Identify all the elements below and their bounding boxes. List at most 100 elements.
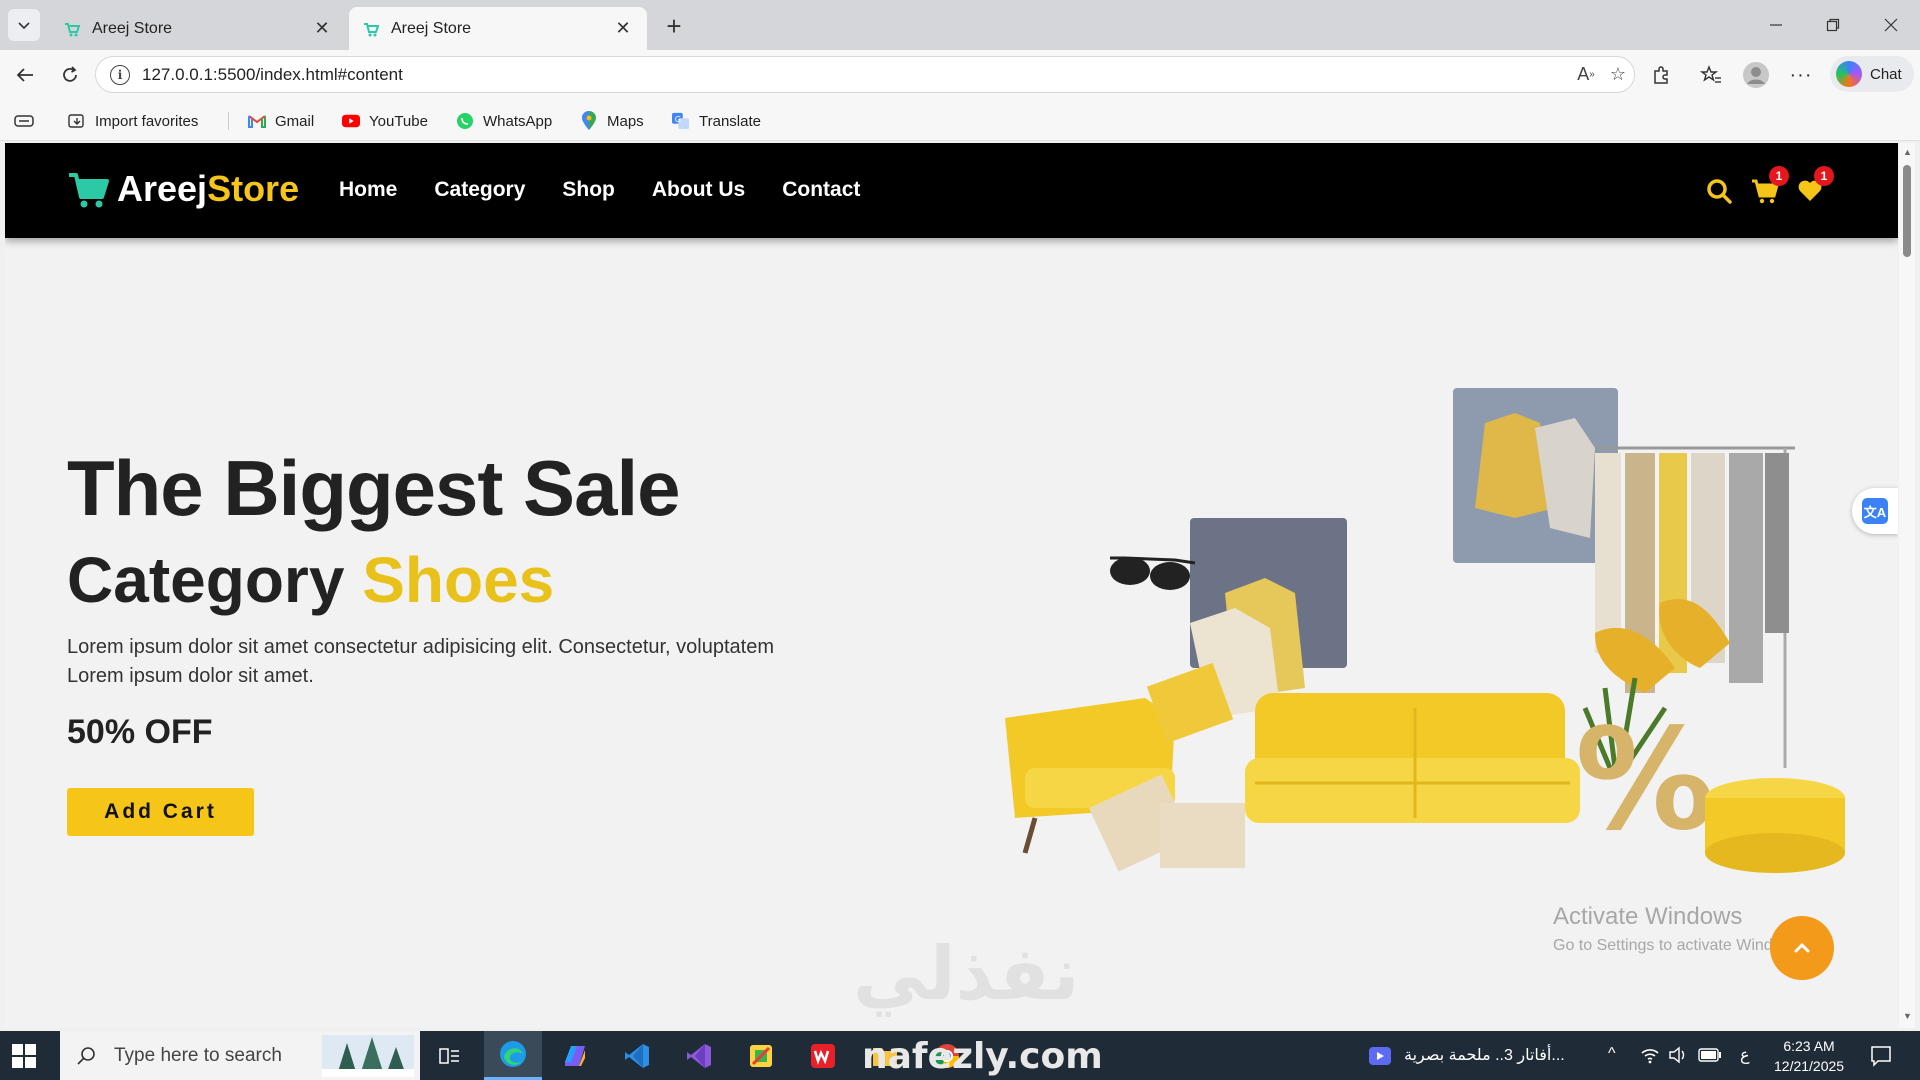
media-title[interactable]: أفاتار 3.. ملحمة بصرية...	[1404, 1045, 1565, 1065]
notifications-icon[interactable]	[1870, 1045, 1892, 1067]
scroll-up-arrow-icon[interactable]: ▲	[1903, 147, 1912, 157]
chevron-down-icon	[18, 22, 30, 30]
taskbar-vscode[interactable]	[608, 1031, 666, 1080]
hero-subtitle-prefix: Category	[67, 544, 345, 616]
shopping-cart-logo-icon	[69, 173, 109, 208]
restore-button[interactable]	[1820, 12, 1846, 38]
page-scrollbar[interactable]: ▲ ▼	[1899, 143, 1915, 1028]
wishlist-count-badge: 1	[1814, 166, 1834, 186]
taskbar-visual-studio[interactable]	[670, 1031, 728, 1080]
tab-title: Areej Store	[391, 19, 472, 37]
clock-time: 6:23 AM	[1783, 1038, 1835, 1054]
tab-actions-button[interactable]	[8, 9, 40, 41]
address-url[interactable]: 127.0.0.1:5500/index.html#content	[142, 65, 1570, 85]
taskbar-copilot[interactable]	[546, 1031, 604, 1080]
cart-favicon-icon	[64, 21, 80, 37]
taskbar-edge[interactable]	[484, 1031, 542, 1080]
address-bar[interactable]: i 127.0.0.1:5500/index.html#content A» ☆	[95, 56, 1635, 93]
collections-icon	[14, 115, 34, 127]
discount-label: 50% OFF	[67, 713, 213, 751]
battery-icon[interactable]	[1698, 1048, 1722, 1062]
wps-icon	[811, 1043, 835, 1068]
vscode-icon	[625, 1043, 649, 1068]
volume-icon[interactable]	[1668, 1046, 1688, 1064]
main-nav: Home Category Shop About Us Contact	[339, 178, 897, 202]
close-icon[interactable]: ✕	[312, 18, 332, 39]
reload-button[interactable]	[54, 59, 86, 91]
site-info-icon[interactable]: i	[110, 64, 130, 85]
add-cart-button[interactable]: Add Cart	[67, 788, 254, 836]
scroll-to-top-button[interactable]	[1770, 916, 1834, 980]
nav-home[interactable]: Home	[339, 178, 397, 202]
task-view-button[interactable]	[421, 1031, 479, 1080]
bookmark-whatsapp[interactable]: WhatsApp	[456, 110, 552, 132]
favorite-star-icon[interactable]: ☆	[1602, 59, 1634, 91]
winter-trees-search-highlight-icon	[322, 1035, 414, 1077]
tray-overflow-chevron-icon[interactable]: ^	[1608, 1045, 1616, 1063]
input-language-indicator[interactable]: ع	[1740, 1045, 1750, 1065]
taskbar-wps-office[interactable]	[794, 1031, 852, 1080]
bookmarks-bar: Import favorites Gmail YouTube WhatsApp …	[0, 100, 1920, 141]
minimize-button[interactable]	[1763, 12, 1789, 38]
bookmark-label: Translate	[699, 112, 761, 130]
bookmark-gmail[interactable]: Gmail	[248, 110, 314, 132]
page-translate-button[interactable]: 文A	[1852, 488, 1898, 534]
reload-icon	[63, 66, 77, 82]
bookmark-divider	[228, 112, 229, 130]
watermark-arabic: نفذلي	[853, 931, 1080, 1017]
close-window-button[interactable]	[1878, 12, 1904, 38]
activate-windows-title: Activate Windows	[1553, 903, 1743, 930]
close-icon	[1884, 18, 1898, 32]
taskbar-paint-app[interactable]	[732, 1031, 790, 1080]
whatsapp-icon	[456, 112, 474, 130]
windows-start-icon[interactable]	[12, 1044, 36, 1068]
new-tab-button[interactable]: +	[660, 11, 688, 41]
activate-windows-overlay: Activate Windows Go to Settings to activ…	[1553, 903, 1806, 955]
search-icon	[1707, 179, 1732, 204]
tab-title: Areej Store	[92, 19, 173, 37]
more-menu-button[interactable]: ···	[1785, 59, 1817, 91]
video-player-icon	[1369, 1046, 1391, 1065]
edge-icon	[500, 1041, 526, 1067]
visual-studio-icon	[687, 1043, 711, 1068]
site-logo[interactable]: Areej Store	[67, 168, 299, 210]
bookmark-youtube[interactable]: YouTube	[342, 110, 428, 132]
bookmark-label: Gmail	[275, 112, 315, 130]
bookmark-translate[interactable]: G Translate	[672, 110, 761, 132]
bookmark-import-favorites[interactable]: Import favorites	[68, 110, 198, 132]
nav-category[interactable]: Category	[434, 178, 525, 202]
svg-text:%: %	[1575, 699, 1715, 862]
close-icon[interactable]: ✕	[613, 18, 633, 39]
clock-date: 12/21/2025	[1774, 1058, 1845, 1074]
system-clock[interactable]: 6:23 AM 12/21/2025	[1774, 1036, 1844, 1076]
bookmark-maps[interactable]: Maps	[580, 110, 644, 132]
nafezly-watermark: nafezly.com	[862, 1036, 1103, 1077]
scrollbar-thumb[interactable]	[1903, 165, 1911, 257]
wishlist-button[interactable]: 1	[1794, 166, 1834, 207]
collections-button[interactable]	[14, 110, 34, 132]
favorites-button[interactable]	[1695, 59, 1727, 91]
activate-windows-subtitle: Go to Settings to activate Windows.	[1553, 937, 1806, 954]
chevron-up-icon	[1794, 942, 1810, 953]
nav-about-us[interactable]: About Us	[652, 178, 745, 202]
svg-text:G: G	[675, 114, 681, 124]
browser-tab-1[interactable]: Areej Store ✕	[50, 7, 346, 50]
extensions-button[interactable]	[1645, 59, 1677, 91]
back-button[interactable]	[9, 59, 41, 91]
nav-contact[interactable]: Contact	[782, 178, 860, 202]
media-play-button[interactable]	[1362, 1031, 1398, 1080]
copilot-chat-button[interactable]: Chat	[1830, 56, 1914, 92]
scroll-down-arrow-icon[interactable]: ▼	[1903, 1011, 1912, 1021]
import-icon	[68, 112, 86, 130]
site-header: Areej Store Home Category Shop About Us C…	[5, 143, 1898, 238]
search-button[interactable]	[1703, 175, 1735, 207]
browser-tab-2[interactable]: Areej Store ✕	[349, 7, 647, 50]
bookmark-label: YouTube	[369, 112, 428, 130]
profile-button[interactable]	[1740, 59, 1772, 91]
nav-shop[interactable]: Shop	[562, 178, 615, 202]
maps-icon	[580, 111, 598, 130]
read-aloud-icon[interactable]: A»	[1570, 59, 1602, 91]
bookmark-label: Import favorites	[95, 112, 199, 130]
cart-button[interactable]: 1	[1749, 166, 1789, 207]
wifi-icon[interactable]	[1640, 1046, 1660, 1064]
